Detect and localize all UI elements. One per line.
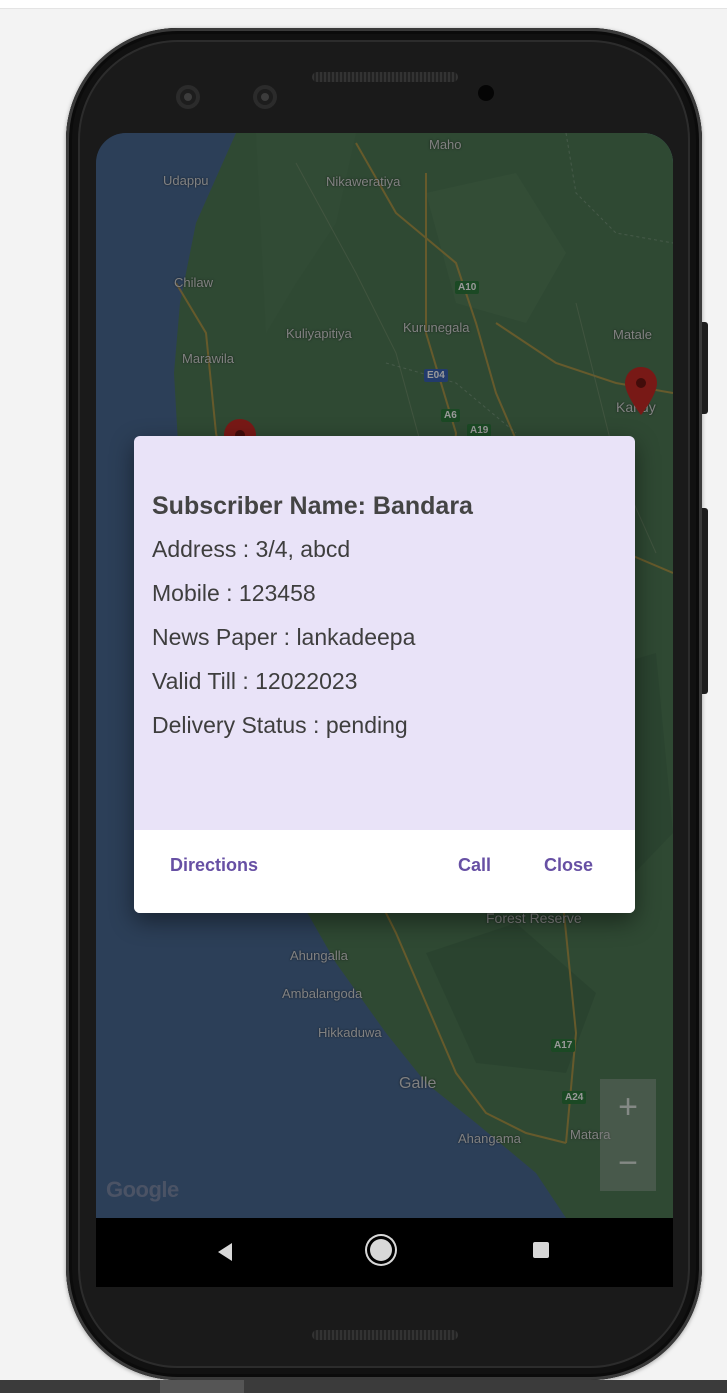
proximity-sensor [478, 85, 494, 101]
newspaper-text: News Paper : lankadeepa [152, 624, 416, 650]
earpiece-speaker [312, 72, 458, 82]
directions-button[interactable]: Directions [170, 855, 258, 876]
back-icon[interactable] [218, 1243, 232, 1261]
dialog-content: Subscriber Name: Bandara Address : 3/4, … [134, 436, 635, 830]
subscriber-dialog: Subscriber Name: Bandara Address : 3/4, … [134, 436, 635, 913]
volume-button [702, 508, 708, 694]
dialog-title: Subscriber Name: Bandara [152, 492, 473, 520]
front-camera-icon [253, 85, 277, 109]
call-button[interactable]: Call [458, 855, 491, 876]
mobile-text: Mobile : 123458 [152, 580, 316, 606]
taskbar-strip [0, 1380, 727, 1393]
home-icon[interactable] [370, 1239, 392, 1261]
recents-icon[interactable] [533, 1242, 549, 1258]
power-button [702, 322, 708, 414]
android-navigation-bar [96, 1218, 673, 1287]
address-text: Address : 3/4, abcd [152, 536, 351, 562]
taskbar-segment [160, 1380, 244, 1393]
bottom-speaker [312, 1330, 458, 1340]
close-button[interactable]: Close [544, 855, 593, 876]
delivery-status-text: Delivery Status : pending [152, 712, 408, 738]
dialog-actions: Directions Call Close [134, 830, 635, 913]
valid-till-text: Valid Till : 12022023 [152, 668, 358, 694]
front-camera-icon [176, 85, 200, 109]
browser-top-strip [0, 0, 727, 9]
